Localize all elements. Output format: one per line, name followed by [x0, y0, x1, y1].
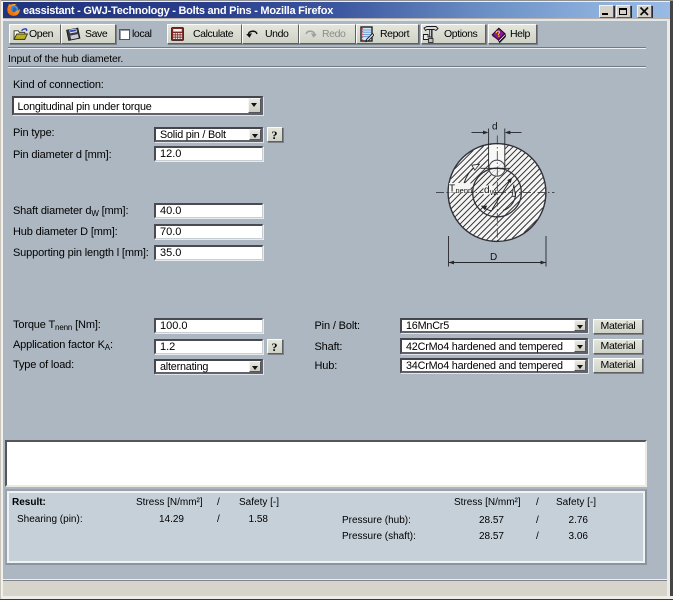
svg-text:W: W — [490, 190, 497, 197]
svg-text:D: D — [490, 252, 497, 263]
svg-text:d: d — [492, 122, 498, 133]
svg-text:nenn: nenn — [456, 186, 473, 195]
svg-text:d: d — [484, 185, 490, 196]
svg-text:T: T — [449, 184, 455, 195]
